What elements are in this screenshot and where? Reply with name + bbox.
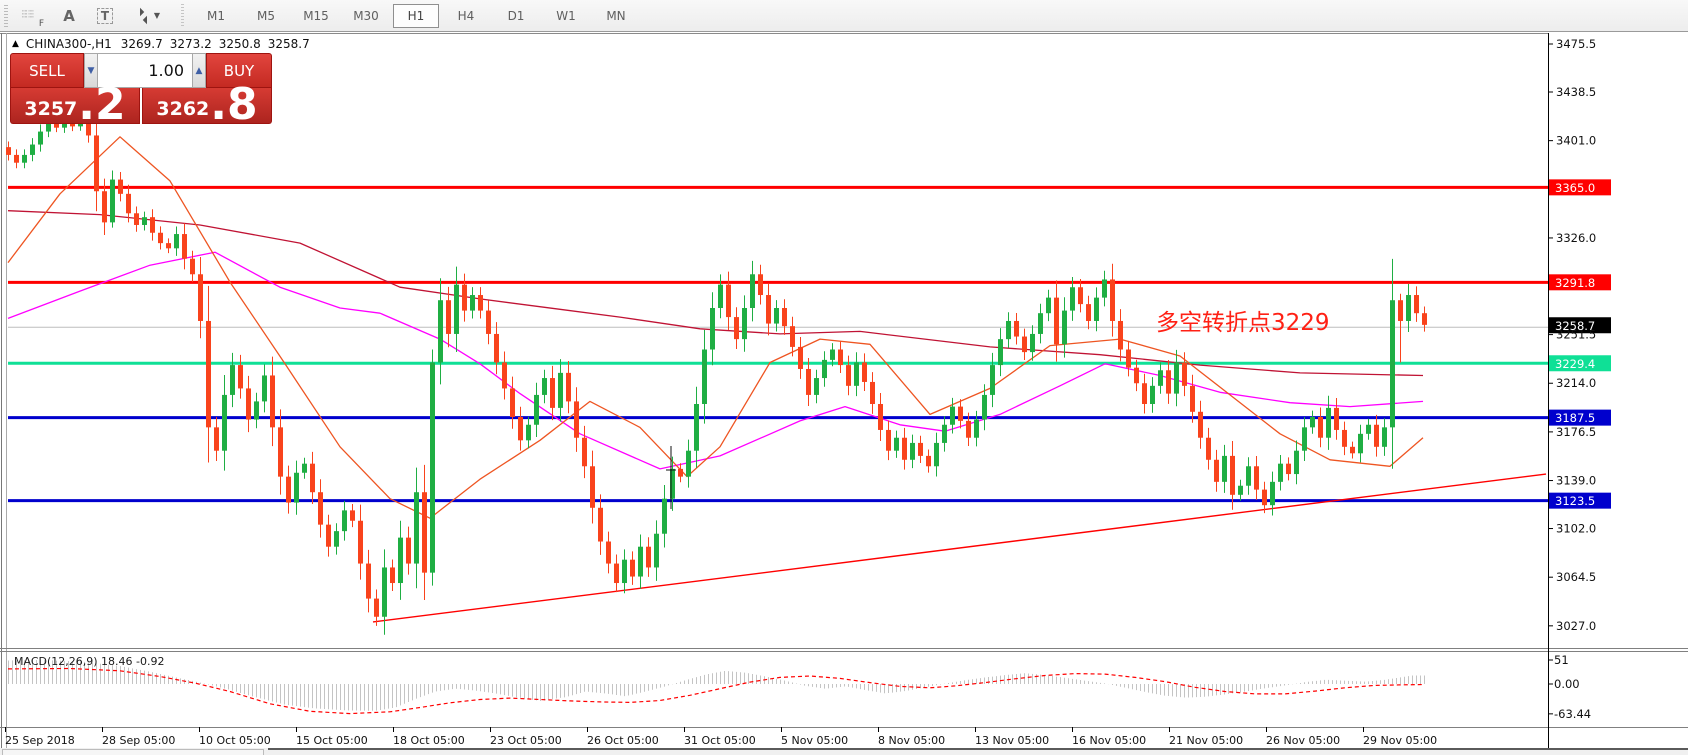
macd-tick-0.00: 0.00 — [1554, 677, 1580, 691]
date-tick: 13 Nov 05:00 — [975, 734, 1049, 747]
ohlc-high: 3273.2 — [170, 37, 212, 51]
price-tick-3475.5: 3475.5 — [1556, 37, 1596, 51]
ohlc-open: 3269.7 — [121, 37, 163, 51]
date-tick: 8 Nov 05:00 — [878, 734, 945, 747]
chart-symbol-header: ▲ CHINA300-,H1 3269.7 3273.2 3250.8 3258… — [12, 37, 310, 51]
price-badge-3229.4: 3229.4 — [1555, 357, 1595, 371]
price-badge-3187.5: 3187.5 — [1555, 411, 1595, 425]
ohlc-close: 3258.7 — [268, 37, 310, 51]
symbol-name: CHINA300-,H1 — [26, 37, 112, 51]
price-tick-3326.0: 3326.0 — [1556, 231, 1596, 245]
date-tick: 23 Oct 05:00 — [490, 734, 562, 747]
ask-decimal: .8 — [210, 88, 257, 122]
macd-tick--63.44: -63.44 — [1554, 707, 1591, 721]
date-tick: 29 Nov 05:00 — [1363, 734, 1437, 747]
date-tick: 5 Nov 05:00 — [781, 734, 848, 747]
bottom-panel-edge — [0, 748, 1688, 755]
bottom-panel-tab[interactable] — [2, 749, 264, 755]
chart-text-annotation[interactable]: 多空转折点3229 — [1156, 303, 1330, 337]
ask-integer: 3262 — [156, 96, 209, 122]
price-badge-3365.0: 3365.0 — [1555, 181, 1595, 195]
one-click-trading-widget: SELL ▼ ▲ BUY 3257 .2 3262 .8 — [10, 53, 272, 124]
date-tick: 31 Oct 05:00 — [684, 734, 756, 747]
price-tick-3214.0: 3214.0 — [1556, 376, 1596, 390]
triangle-up-icon: ▲ — [12, 39, 19, 49]
date-tick: 10 Oct 05:00 — [199, 734, 271, 747]
date-tick: 16 Nov 05:00 — [1072, 734, 1146, 747]
price-tick-3176.5: 3176.5 — [1556, 425, 1596, 439]
price-badge-3123.5: 3123.5 — [1555, 494, 1595, 508]
ask-price-panel[interactable]: 3262 .8 — [142, 88, 272, 124]
bid-decimal: .2 — [78, 88, 125, 122]
price-tick-3027.0: 3027.0 — [1556, 619, 1596, 633]
price-tick-3401.0: 3401.0 — [1556, 134, 1596, 148]
date-tick: 26 Nov 05:00 — [1266, 734, 1340, 747]
date-tick: 25 Sep 2018 — [5, 734, 75, 747]
ohlc-low: 3250.8 — [219, 37, 261, 51]
date-tick: 18 Oct 05:00 — [393, 734, 465, 747]
macd-tick-51: 51 — [1554, 653, 1569, 667]
price-tick-3251.5: 3251.5 — [1556, 328, 1596, 342]
bid-integer: 3257 — [24, 96, 77, 122]
volume-increase-button[interactable]: ▲ — [192, 53, 206, 88]
bottom-panel-border — [268, 748, 1688, 750]
price-badge-3291.8: 3291.8 — [1555, 276, 1595, 290]
price-tick-3102.0: 3102.0 — [1556, 522, 1596, 536]
date-tick: 26 Oct 05:00 — [587, 734, 659, 747]
date-tick: 28 Sep 05:00 — [102, 734, 175, 747]
price-tick-3139.0: 3139.0 — [1556, 474, 1596, 488]
sell-button[interactable]: SELL — [10, 53, 84, 88]
date-tick: 15 Oct 05:00 — [296, 734, 368, 747]
macd-indicator-label: MACD(12,26,9) 18.46 -0.92 — [14, 655, 165, 668]
bid-price-panel[interactable]: 3257 .2 — [10, 88, 140, 124]
price-tick-3064.5: 3064.5 — [1556, 570, 1596, 584]
price-tick-3438.5: 3438.5 — [1556, 85, 1596, 99]
date-tick: 21 Nov 05:00 — [1169, 734, 1243, 747]
